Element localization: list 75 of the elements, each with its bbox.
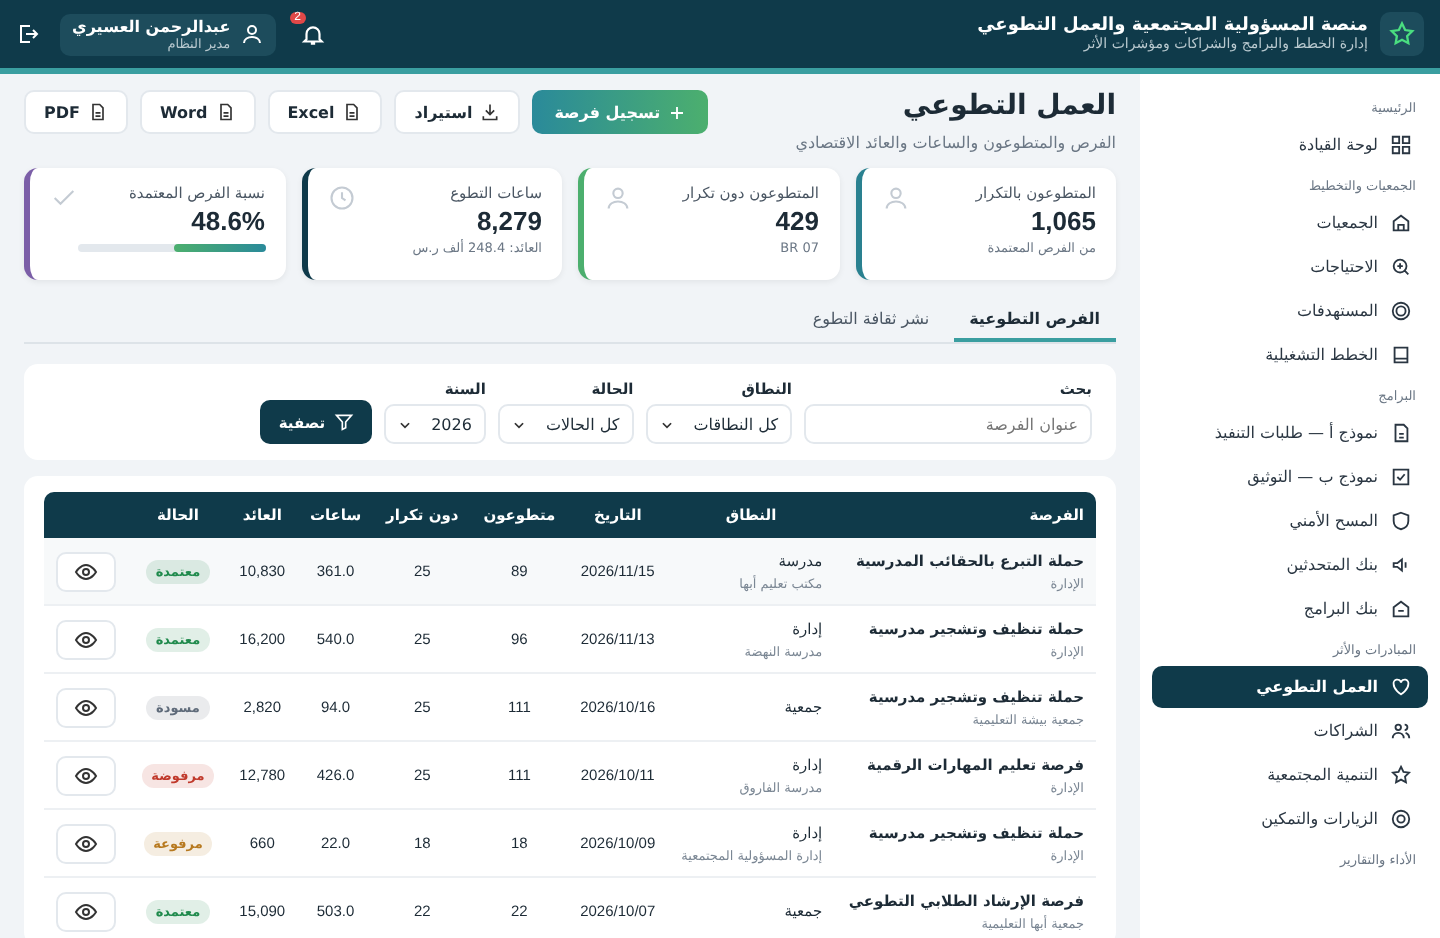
nav-icon: [1390, 300, 1412, 322]
add-button[interactable]: تسجيل فرصة: [532, 90, 709, 134]
view-button[interactable]: [56, 755, 117, 795]
tab[interactable]: الفرص التطوعية: [953, 300, 1116, 342]
nav-icon: [1390, 764, 1412, 786]
sidebar-item[interactable]: التنمية المجتمعية: [1152, 754, 1428, 796]
stat-value: 48.6%: [189, 206, 265, 236]
view-button[interactable]: [56, 619, 117, 659]
view-button[interactable]: [56, 551, 117, 591]
import-button[interactable]: استيراد: [394, 90, 521, 134]
eye-icon: [74, 559, 99, 583]
view-button[interactable]: [56, 687, 117, 727]
tab[interactable]: نشر ثقافة التطوع: [796, 300, 946, 342]
nav-icon: [1390, 344, 1412, 366]
scope-dropdown[interactable]: كل النطاقات: [645, 404, 792, 444]
sidebar-item[interactable]: الاحتياجات: [1152, 246, 1428, 288]
chevron-down-icon: [511, 417, 526, 431]
plus-icon: [668, 103, 687, 121]
page-subtitle: الفرص والمتطوعون والساعات والعائد الاقتصادي: [795, 134, 1116, 152]
export-button[interactable]: Word: [139, 90, 256, 134]
logout-icon[interactable]: [16, 22, 40, 46]
sidebar-item[interactable]: المسح الأمني: [1152, 500, 1428, 542]
download-icon: [480, 102, 501, 122]
page-title: العمل التطوعي: [900, 90, 1116, 122]
sidebar-item[interactable]: الشراكات: [1152, 710, 1428, 752]
nav-icon: [1390, 256, 1412, 278]
eye-icon: [74, 763, 99, 787]
chevron-down-icon: [397, 417, 412, 431]
nav-icon: [1390, 720, 1412, 742]
app-title: منصة المسؤولية المجتمعية والعمل التطوعي: [977, 16, 1368, 36]
stat-value: 8,279: [474, 206, 542, 236]
nav-icon: [1390, 676, 1412, 698]
nav-icon: [1390, 466, 1412, 488]
nav-icon: [1390, 212, 1412, 234]
sidebar-item[interactable]: بنك المتحدثين: [1152, 544, 1428, 586]
document-icon: [342, 102, 363, 122]
clock-icon: [327, 184, 355, 212]
view-button[interactable]: [56, 891, 117, 931]
status-dropdown[interactable]: كل الحالات: [497, 404, 634, 444]
nav-icon: [1390, 554, 1412, 576]
chevron-down-icon: [659, 417, 674, 431]
stat-value: 429: [773, 206, 819, 236]
sidebar-item[interactable]: العمل التطوعي: [1152, 666, 1428, 708]
person-icon: [881, 184, 909, 212]
eye-icon: [74, 695, 99, 719]
sidebar-item[interactable]: الزيارات والتمكين: [1152, 798, 1428, 840]
eye-icon: [74, 831, 99, 855]
sidebar-item[interactable]: الخطط التشغيلية: [1152, 334, 1428, 376]
sidebar-item[interactable]: بنك البرامج: [1152, 588, 1428, 630]
eye-icon: [74, 899, 99, 923]
year-dropdown[interactable]: 2026: [383, 404, 486, 444]
sidebar-item[interactable]: لوحة القيادة: [1152, 124, 1428, 166]
nav-icon: [1390, 422, 1412, 444]
bell-icon: [300, 21, 327, 47]
user-icon: [240, 22, 265, 46]
sidebar-item[interactable]: نموذج أ — طلبات التنفيذ: [1152, 412, 1428, 454]
export-button[interactable]: Excel: [267, 90, 383, 134]
user-name: عبدالرحمن العسيري: [72, 17, 231, 35]
eye-icon: [74, 627, 99, 651]
view-button[interactable]: [56, 823, 117, 863]
nav-icon: [1390, 510, 1412, 532]
star-logo-icon: [1380, 12, 1424, 56]
search-field[interactable]: عنوان الفرصة: [804, 404, 1092, 444]
export-button[interactable]: PDF: [24, 90, 128, 134]
nav-icon: [1390, 134, 1412, 156]
document-icon: [215, 102, 236, 122]
nav-icon: [1390, 808, 1412, 830]
document-icon: [87, 102, 108, 122]
filter-icon: [333, 412, 354, 432]
sidebar-item[interactable]: الجمعيات: [1152, 202, 1428, 244]
person-icon: [604, 184, 632, 212]
nav-icon: [1390, 598, 1412, 620]
sidebar-item[interactable]: المستهدفات: [1152, 290, 1428, 332]
stat-value: 1,065: [1028, 206, 1096, 236]
sidebar-item[interactable]: نموذج ب — التوثيق: [1152, 456, 1428, 498]
